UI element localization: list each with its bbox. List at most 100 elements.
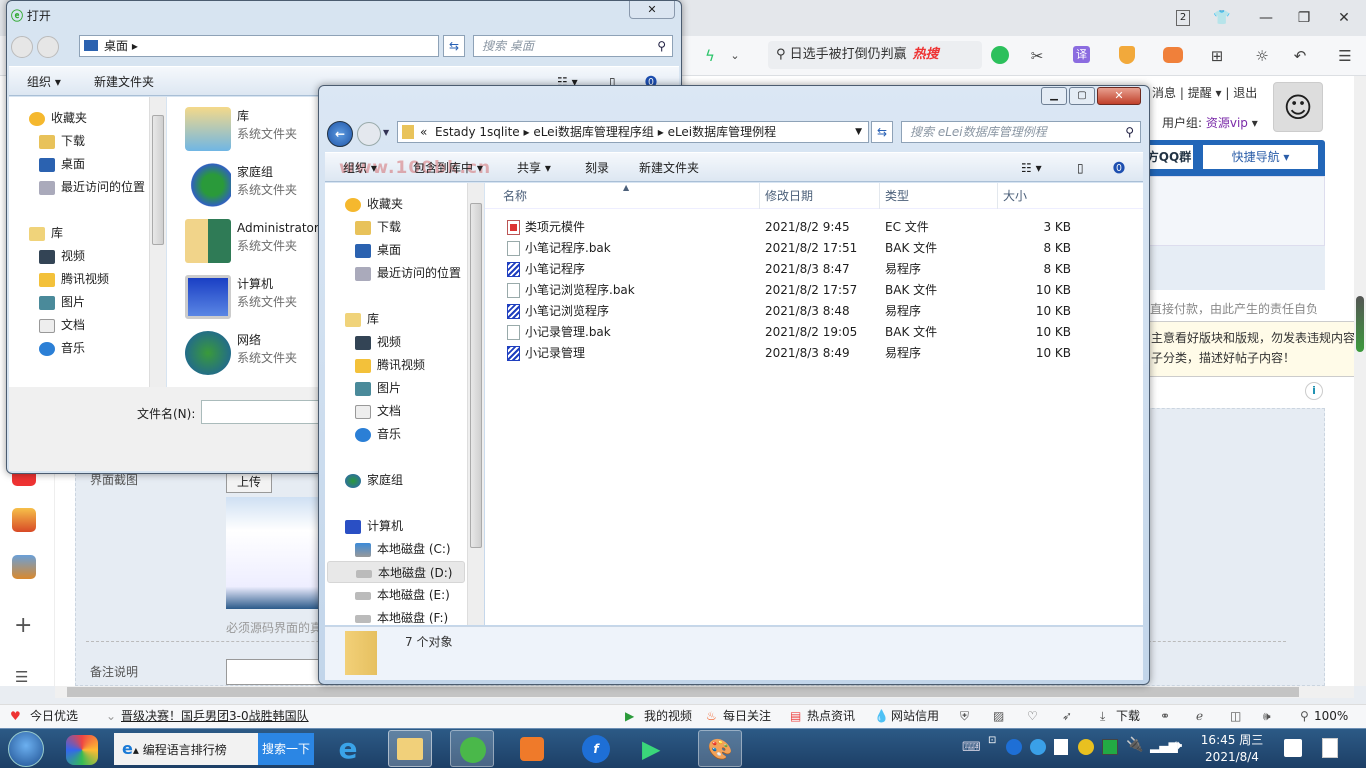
nav-desktop[interactable]: 桌面 [39,153,85,175]
app-360-icon[interactable] [66,735,98,765]
refresh-button[interactable]: ⇆ [871,121,893,143]
explorer-taskbar-button[interactable] [388,730,432,767]
user-group-value[interactable]: 资源vip [1206,116,1248,130]
item-network[interactable]: 网络 系统文件夹 [185,331,297,375]
nav-favorites[interactable]: 收藏夹 [345,193,403,215]
file-row[interactable]: 小记录管理.bak 2021/8/2 19:05 BAK 文件 10 KB [485,322,1125,343]
lightning-icon[interactable]: ϟ [700,44,720,68]
nav-scrollbar[interactable] [467,183,484,625]
item-computer[interactable]: 计算机 系统文件夹 [185,275,297,319]
taskbar-search-button[interactable]: 搜索一下 [258,733,314,765]
page-horizontal-scrollbar[interactable] [55,686,1354,698]
help-icon[interactable]: ⓿ [1113,153,1125,183]
wechat-reading-icon[interactable] [991,46,1009,64]
breadcrumb-overflow[interactable]: « [420,125,427,139]
my-video-link[interactable]: 我的视频 [644,705,692,727]
rocket-icon[interactable]: ➶ [1062,705,1072,727]
tray-add-icon[interactable] [1078,739,1094,755]
preview-pane-icon[interactable]: ▯ [1077,153,1084,183]
nvidia-icon[interactable] [1102,739,1118,755]
chevron-down-icon[interactable]: ⌄ [726,44,744,68]
nav-tencent-video[interactable]: 腾讯视频 [39,268,109,290]
nav-recent[interactable]: 最近访问的位置 [39,176,145,198]
volume-icon[interactable]: 🕪 [1174,738,1182,753]
menu-icon[interactable]: ☰ [1334,44,1356,68]
headline-link[interactable]: 晋级决赛！国乒男团3-0战胜韩国队 [121,705,309,727]
refresh-button[interactable]: ⇆ [443,35,465,57]
nav-drive-d-selected[interactable]: 本地磁盘 (D:) [327,561,465,583]
nav-drive-f[interactable]: 本地磁盘 (F:) [355,607,448,625]
image-icon[interactable]: ▨ [993,705,1004,727]
action-center-icon[interactable] [1284,739,1302,757]
column-name[interactable]: 名称 [503,183,527,209]
paint-taskbar-button[interactable]: 🎨 [698,730,742,767]
scrollbar-thumb-h[interactable] [67,687,1299,697]
quick-nav-button[interactable]: 快捷导航 ▾ [1203,145,1318,169]
clock[interactable]: 16:45 周三 2021/8/4 [1196,732,1268,766]
explorer-minimize-button[interactable]: ▁ [1041,87,1067,105]
nav-documents[interactable]: 文档 [39,314,85,336]
scrollbar-thumb[interactable] [1356,296,1364,352]
undo-icon[interactable]: ↶ [1289,44,1311,68]
dialog-close-button[interactable]: ✕ [629,1,675,19]
breadcrumb[interactable]: « Estady 1sqlite ▸ eLei数据库管理程序组 ▸ eLei数据… [397,121,869,143]
screenshot-thumbnail[interactable] [226,497,320,609]
messages-link[interactable]: 消息 [1152,86,1176,100]
nav-scrollbar-thumb[interactable] [152,115,164,245]
window-icon[interactable]: ◫ [1230,705,1241,727]
daily-follow-link[interactable]: 每日关注 [723,705,771,727]
show-desktop-icon[interactable] [1322,738,1338,758]
nav-pictures[interactable]: 图片 [355,377,401,399]
breadcrumb-item[interactable]: eLei数据库管理例程 [668,125,777,139]
nav-pictures[interactable]: 图片 [39,291,85,313]
column-date[interactable]: 修改日期 [759,183,813,209]
power-plug-icon[interactable]: 🔌 [1126,737,1143,753]
page-vertical-scrollbar[interactable] [1354,76,1366,686]
apps-grid-icon[interactable]: ⊞ [1206,44,1228,68]
item-homegroup[interactable]: 家庭组 系统文件夹 [185,163,297,207]
ie-browser-icon[interactable]: e [332,733,364,765]
brightness-icon[interactable]: ☼ [1251,44,1273,68]
nav-music[interactable]: 音乐 [355,423,401,445]
translate-icon[interactable]: 译 [1073,46,1090,63]
forward-button[interactable] [37,36,59,58]
file-row[interactable]: 类项元模件 2021/8/2 9:45 EC 文件 3 KB [485,217,1125,238]
nav-videos[interactable]: 视频 [39,245,85,267]
sidebar-app-game1[interactable] [12,508,36,532]
file-row[interactable]: 小笔记浏览程序.bak 2021/8/2 17:57 BAK 文件 10 KB [485,280,1125,301]
file-row[interactable]: 小笔记浏览程序 2021/8/3 8:48 易程序 10 KB [485,301,1125,322]
forward-button[interactable] [357,122,381,146]
nav-computer[interactable]: 计算机 [345,515,403,537]
skin-icon[interactable]: 👕 [1208,6,1236,30]
taskbar-search-input[interactable]: e▴ 编程语言排行榜 [114,733,258,765]
ie-mode-icon[interactable]: ℯ [1196,705,1203,727]
nav-libraries[interactable]: 库 [29,222,63,244]
browser-taskbar-button[interactable] [450,730,494,767]
explorer-maximize-button[interactable]: ▢ [1069,87,1095,105]
hot-search-label[interactable]: 热搜 [913,47,939,62]
hot-search-box[interactable]: ⚲ 日选手被打倒仍判赢 热搜 [768,41,982,69]
shield-icon[interactable]: ⛨ [960,705,969,727]
explorer-close-button[interactable]: ✕ [1097,87,1141,105]
upload-button[interactable]: 上传 [226,471,272,493]
search-input[interactable]: 搜索 桌面 ⚲ [473,35,673,57]
file-row[interactable]: 小记录管理 2021/8/3 8:49 易程序 10 KB [485,343,1125,364]
back-button[interactable]: ← [327,121,353,147]
nav-drive-e[interactable]: 本地磁盘 (E:) [355,584,450,606]
keyboard-icon[interactable]: ⌨ [962,740,981,755]
nav-libraries[interactable]: 库 [345,308,379,330]
view-menu-icon[interactable]: ☷ ▾ [1021,153,1042,183]
sidebar-app-game2[interactable] [12,555,36,579]
nav-tencent-video[interactable]: 腾讯视频 [355,354,425,376]
recent-pages-icon[interactable]: ▼ [383,128,389,137]
add-app-icon[interactable]: + [14,613,32,638]
qq-group-button[interactable]: 方QQ群 [1145,145,1193,169]
today-pick-link[interactable]: 今日优选 [30,705,78,727]
nav-videos[interactable]: 视频 [355,331,401,353]
nav-scrollbar-thumb[interactable] [470,203,482,548]
address-dropdown-icon[interactable]: ▼ [855,122,862,142]
back-button[interactable] [11,36,33,58]
nav-homegroup[interactable]: 家庭组 [345,469,403,491]
burn-button[interactable]: 刻录 [585,153,609,183]
new-folder-button[interactable]: 新建文件夹 [639,153,699,183]
